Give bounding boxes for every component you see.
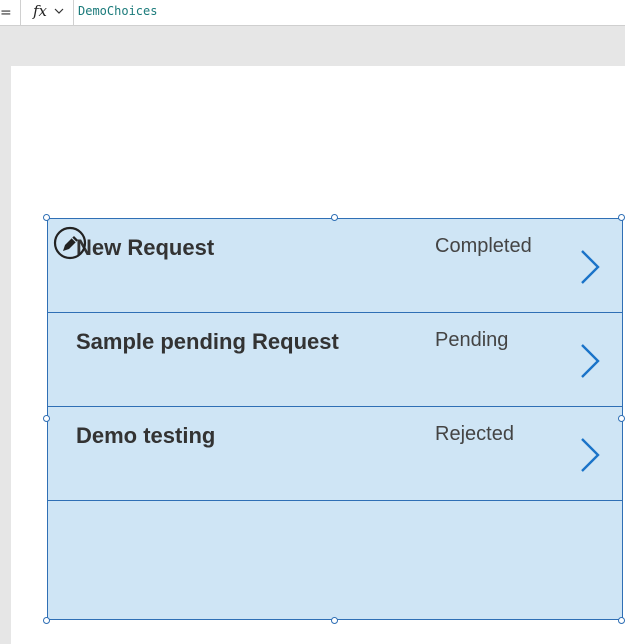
formula-bar: = fx DemoChoices [0,0,625,26]
chevron-right-icon[interactable] [578,435,602,475]
chevron-right-icon[interactable] [578,341,602,381]
row-status: Completed [435,235,532,257]
row-status: Pending [435,329,509,351]
resize-handle-top-left[interactable] [43,214,50,221]
formula-input[interactable]: DemoChoices [78,4,157,18]
row-title: New Request [76,235,215,260]
fx-property-dropdown[interactable]: fx [20,0,74,26]
resize-handle-bottom[interactable] [331,617,338,624]
row-title: Sample pending Request [76,329,339,354]
resize-handle-top[interactable] [331,214,338,221]
chevron-down-icon [54,8,64,14]
resize-handle-top-right[interactable] [618,214,625,221]
gallery[interactable]: New Request Completed Sample pending Req… [47,218,623,620]
gallery-row[interactable]: Sample pending Request Pending [48,313,622,407]
row-status: Rejected [435,423,514,445]
row-title: Demo testing [76,423,216,448]
resize-handle-left[interactable] [43,415,50,422]
gallery-row[interactable]: Demo testing Rejected [48,407,622,501]
resize-handle-bottom-right[interactable] [618,617,625,624]
chevron-right-icon[interactable] [578,247,602,287]
canvas-toolbar-band [0,26,625,66]
resize-handle-right[interactable] [618,415,625,422]
fx-label: fx [33,2,48,20]
gallery-row[interactable]: New Request Completed [48,219,622,313]
resize-handle-bottom-left[interactable] [43,617,50,624]
pencil-icon[interactable] [52,226,88,262]
equals-sign: = [0,5,12,21]
